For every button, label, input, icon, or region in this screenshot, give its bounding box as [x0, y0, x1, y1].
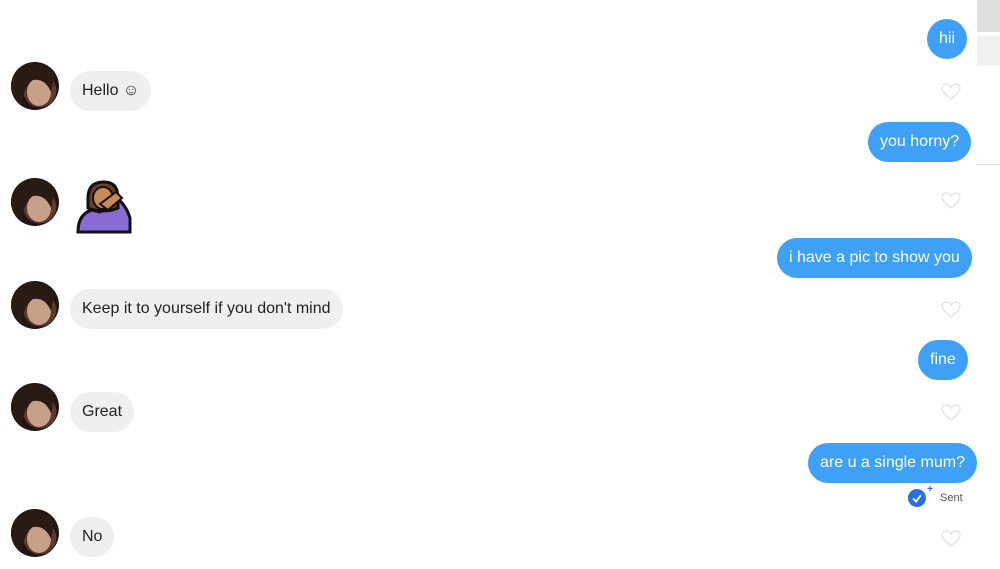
- incoming-message[interactable]: No: [70, 517, 115, 557]
- sent-label: Sent: [940, 492, 963, 504]
- woman-facepalming-icon[interactable]: [74, 178, 134, 234]
- plus-icon: +: [927, 484, 933, 495]
- contact-avatar[interactable]: [11, 281, 59, 329]
- like-heart-icon[interactable]: [941, 530, 961, 548]
- divider: [976, 164, 1000, 165]
- contact-avatar[interactable]: [11, 509, 59, 557]
- side-panel-edge: [977, 36, 1000, 66]
- like-heart-icon[interactable]: [941, 192, 961, 210]
- incoming-message[interactable]: Keep it to yourself if you don't mind: [70, 289, 343, 329]
- outgoing-message[interactable]: are u a single mum?: [808, 443, 977, 483]
- incoming-message[interactable]: Hello ☺: [70, 71, 152, 111]
- side-panel-edge: [977, 0, 1000, 32]
- contact-avatar[interactable]: [11, 383, 59, 431]
- outgoing-message[interactable]: fine: [918, 340, 968, 380]
- outgoing-message[interactable]: hii: [927, 19, 968, 59]
- outgoing-message[interactable]: you horny?: [868, 122, 972, 162]
- message-status: + Sent: [908, 485, 963, 507]
- sent-check-icon: +: [908, 485, 933, 507]
- contact-avatar[interactable]: [11, 62, 59, 110]
- contact-avatar[interactable]: [11, 178, 59, 226]
- like-heart-icon[interactable]: [941, 404, 961, 422]
- incoming-message[interactable]: Great: [70, 392, 135, 432]
- like-heart-icon[interactable]: [941, 301, 961, 319]
- conversation-thread: hii Hello ☺ you horny? i have a pic to s…: [0, 0, 977, 569]
- like-heart-icon[interactable]: [941, 83, 961, 101]
- outgoing-message[interactable]: i have a pic to show you: [777, 238, 972, 278]
